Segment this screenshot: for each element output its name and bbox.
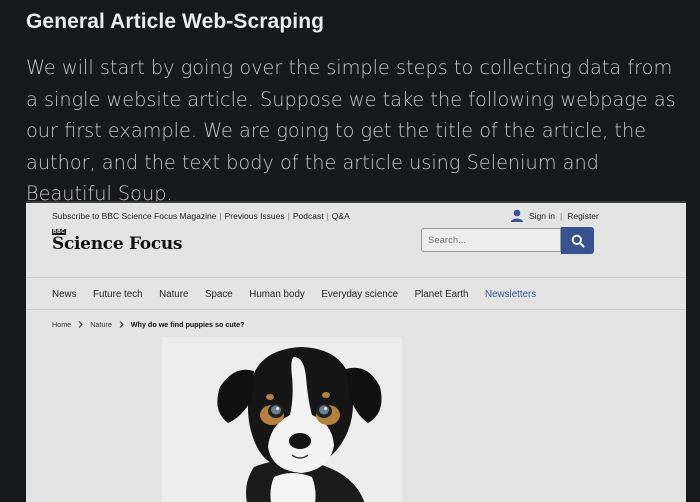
- search-input[interactable]: [421, 228, 561, 252]
- user-icon[interactable]: [510, 209, 524, 222]
- nav-item-future-tech[interactable]: Future tech: [93, 289, 143, 300]
- nav-item-everyday-science[interactable]: Everyday science: [321, 289, 398, 300]
- site-logo[interactable]: BBC Science Focus: [52, 229, 183, 254]
- nav-item-newsletters[interactable]: Newsletters: [485, 289, 536, 300]
- divider: [26, 277, 686, 278]
- breadcrumb-section[interactable]: Nature: [90, 320, 112, 329]
- breadcrumb-current: Why do we find puppies so cute?: [130, 320, 245, 329]
- nav-item-planet-earth[interactable]: Planet Earth: [415, 289, 469, 300]
- main-nav: News Future tech Nature Space Human body…: [52, 289, 553, 300]
- divider: [26, 309, 686, 310]
- puppy-image: [217, 347, 382, 502]
- nav-item-space[interactable]: Space: [205, 289, 233, 300]
- article-hero-image: [162, 337, 402, 502]
- logo-text: Science Focus: [52, 234, 183, 254]
- separator: |: [560, 210, 563, 221]
- register-link[interactable]: Register: [567, 211, 599, 221]
- search-icon: [571, 234, 585, 248]
- util-link-subscribe[interactable]: Subscribe to BBC Science Focus Magazine: [52, 211, 216, 221]
- breadcrumb: Home Nature Why do we find puppies so cu…: [52, 320, 245, 329]
- separator: |: [219, 211, 222, 221]
- embedded-webpage-screenshot: Subscribe to BBC Science Focus Magazine |…: [26, 201, 686, 502]
- chevron-right-icon: [78, 321, 83, 328]
- search-button[interactable]: [561, 227, 594, 254]
- sign-in-link[interactable]: Sign in: [529, 211, 555, 221]
- article-heading: General Article Web-Scraping: [26, 10, 325, 33]
- util-link-qa[interactable]: Q&A: [332, 211, 350, 221]
- util-link-podcast[interactable]: Podcast: [293, 211, 324, 221]
- separator: |: [326, 211, 329, 221]
- util-link-previous-issues[interactable]: Previous Issues: [225, 211, 285, 221]
- account-links: Sign in | Register: [510, 209, 599, 222]
- separator: |: [287, 211, 290, 221]
- nav-item-news[interactable]: News: [52, 289, 77, 300]
- nav-item-human-body[interactable]: Human body: [249, 289, 305, 300]
- chevron-right-icon: [119, 321, 124, 328]
- nav-item-nature[interactable]: Nature: [159, 289, 188, 300]
- breadcrumb-home[interactable]: Home: [52, 320, 71, 329]
- article-paragraph: We will start by going over the simple s…: [26, 56, 676, 205]
- utility-bar: Subscribe to BBC Science Focus Magazine |…: [52, 211, 350, 221]
